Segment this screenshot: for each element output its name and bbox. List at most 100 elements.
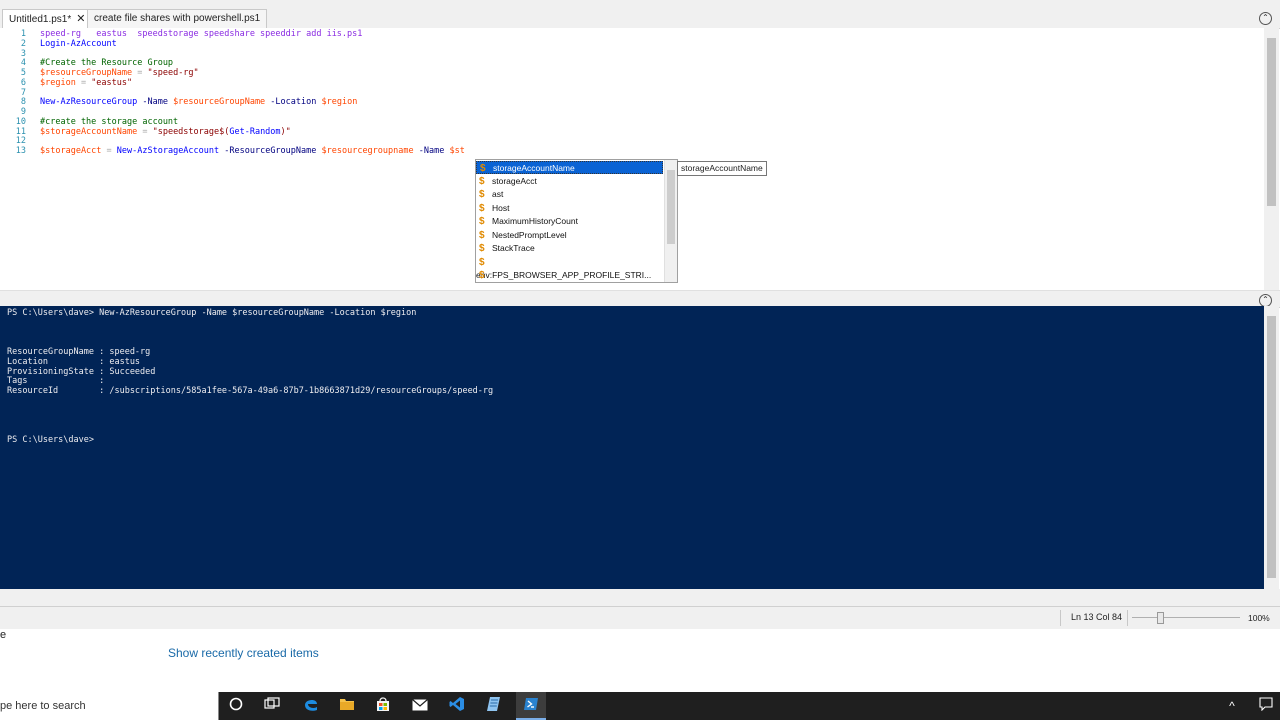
code-token: = (101, 146, 117, 156)
collapse-script-pane-icon[interactable]: ⌃ (1259, 12, 1272, 25)
tab-label: create file shares with powershell.ps1 (94, 13, 261, 24)
code-token: "eastus" (91, 77, 133, 88)
tab-create-file-shares[interactable]: create file shares with powershell.ps1 (87, 9, 268, 28)
code-token: "speed-rg" (147, 68, 199, 78)
variable-icon: $ (480, 163, 486, 174)
task-view-icon[interactable] (259, 696, 285, 716)
show-hidden-icons-chevron-icon[interactable]: ^ (1219, 696, 1245, 716)
intellisense-scrollbar-thumb[interactable] (667, 170, 675, 244)
code-line[interactable]: Login-AzAccount (40, 39, 117, 49)
code-token: $st (449, 146, 465, 156)
zoom-slider-thumb[interactable] (1157, 612, 1164, 624)
intellisense-popup[interactable]: $ storageAccountName $ storageAcct $ ast $ Host… (475, 159, 678, 283)
background-window: e Show recently created items (0, 629, 1280, 692)
status-bar: Ln 13 Col 84 100% (0, 606, 1280, 630)
variable-icon: $ (479, 229, 485, 241)
console-pane[interactable]: PS C:\Users\dave> New-AzResourceGroup -N… (0, 306, 1264, 589)
code-token: = (75, 77, 92, 88)
status-separator (1060, 610, 1061, 626)
code-token: -Name (137, 97, 174, 108)
intellisense-item[interactable]: $ Host (476, 202, 663, 215)
code-token: Get-Random (229, 126, 281, 137)
line-number: 2 (20, 38, 26, 49)
code-token: $region (40, 77, 76, 88)
console-line: ProvisioningState : Succeeded (7, 366, 156, 377)
variable-icon: $ (479, 189, 485, 200)
taskbar-search-box[interactable]: pe here to search (0, 692, 219, 720)
code-token: = (137, 126, 153, 137)
editor-scrollbar[interactable] (1264, 28, 1279, 290)
line-number: 8 (20, 97, 26, 108)
intellisense-item[interactable]: $ StackTrace (476, 242, 663, 255)
cortana-icon[interactable] (223, 696, 249, 716)
intellisense-item-label: storageAcct (492, 175, 537, 186)
variable-icon: $ (479, 216, 485, 227)
code-token: )" (280, 126, 291, 137)
variable-icon: $ (479, 175, 485, 187)
line-number: 4 (20, 58, 26, 69)
code-line[interactable]: #create the storage account (40, 117, 178, 127)
file-explorer-icon[interactable] (334, 696, 360, 716)
code-token: = (132, 68, 148, 78)
console-line: Location : eastus (7, 356, 141, 367)
intellisense-item[interactable]: $ NestedPromptLevel (476, 229, 663, 242)
zoom-slider-track[interactable] (1132, 617, 1240, 618)
code-line[interactable]: speed-rg eastus speedstorage speedshare … (40, 29, 362, 39)
notepad-icon[interactable] (481, 696, 507, 716)
code-token: -Name (413, 146, 450, 156)
variable-icon: $ (479, 202, 485, 214)
background-text-fragment: e (0, 629, 7, 641)
show-recently-created-link[interactable]: Show recently created items (168, 646, 319, 660)
line-number: 1 (20, 29, 26, 39)
intellisense-scrollbar[interactable] (664, 160, 677, 282)
console-line: ResourceGroupName : speed-rg (7, 347, 151, 357)
intellisense-item[interactable]: $env:FPS_BROWSER_USER_PROFILE_STR... (476, 269, 663, 282)
store-icon[interactable] (370, 696, 396, 716)
tab-close-icon[interactable]: ✕ (76, 13, 85, 25)
intellisense-item-label: MaximumHistoryCount (492, 216, 578, 226)
intellisense-item-label: StackTrace (492, 243, 535, 253)
code-line[interactable]: $region = "eastus" (40, 78, 132, 88)
search-placeholder: pe here to search (0, 700, 86, 712)
intellisense-item-label: NestedPromptLevel (492, 229, 567, 240)
line-number: 6 (20, 77, 26, 88)
code-line[interactable]: $storageAcct = New-AzStorageAccount -Res… (40, 146, 465, 156)
code-line[interactable]: $resourceGroupName = "speed-rg" (40, 68, 199, 78)
code-token: $resourceGroupName (40, 68, 133, 78)
console-line: ResourceId : /subscriptions/585a1fee-567… (7, 386, 494, 396)
code-token: New-AzResourceGroup (40, 97, 138, 108)
code-line[interactable]: $storageAccountName = "speedstorage$(Get… (40, 127, 291, 137)
powershell-ise-icon[interactable] (516, 692, 546, 720)
intellisense-item[interactable]: $ ast (476, 188, 663, 201)
line-number: 11 (15, 126, 26, 137)
intellisense-item[interactable]: $ storageAccountName (476, 161, 663, 174)
intellisense-item[interactable]: $ MaximumHistoryCount (476, 215, 663, 228)
code-token: $resourceGroupName (173, 97, 266, 108)
intellisense-item[interactable]: $env:FPS_BROWSER_APP_PROFILE_STRI... (476, 256, 663, 280)
console-scrollbar-thumb[interactable] (1267, 316, 1276, 578)
code-token: $storageAccountName (40, 126, 138, 137)
intellisense-item[interactable]: $ storageAcct (476, 175, 663, 188)
mail-icon[interactable] (407, 696, 433, 716)
code-token: #Create the Resource Group (40, 58, 174, 69)
code-token: $region (321, 97, 358, 108)
intellisense-tooltip: storageAccountName (677, 161, 767, 176)
status-gap (0, 589, 1280, 606)
code-token: -ResourceGroupName (219, 146, 322, 156)
notifications-icon[interactable] (1253, 696, 1279, 716)
edge-icon[interactable] (298, 696, 324, 716)
variable-icon: $ (479, 270, 485, 281)
intellisense-item-label: ast (492, 189, 504, 199)
code-token: Login-AzAccount (40, 38, 117, 49)
editor-scrollbar-thumb[interactable] (1267, 38, 1276, 206)
code-token: -Location (265, 97, 322, 108)
console-scrollbar[interactable] (1264, 306, 1279, 589)
code-token: New-AzStorageAccount (116, 146, 220, 156)
code-token: speed-rg eastus speedstorage speedshare … (40, 29, 363, 39)
code-line[interactable]: New-AzResourceGroup -Name $resourceGroup… (40, 97, 357, 107)
code-line[interactable]: #Create the Resource Group (40, 58, 173, 68)
tab-untitled1[interactable]: Untitled1.ps1* ✕ (2, 9, 93, 28)
line-number: 3 (20, 48, 26, 59)
line-number: 12 (15, 136, 26, 147)
vscode-icon[interactable] (444, 696, 470, 716)
